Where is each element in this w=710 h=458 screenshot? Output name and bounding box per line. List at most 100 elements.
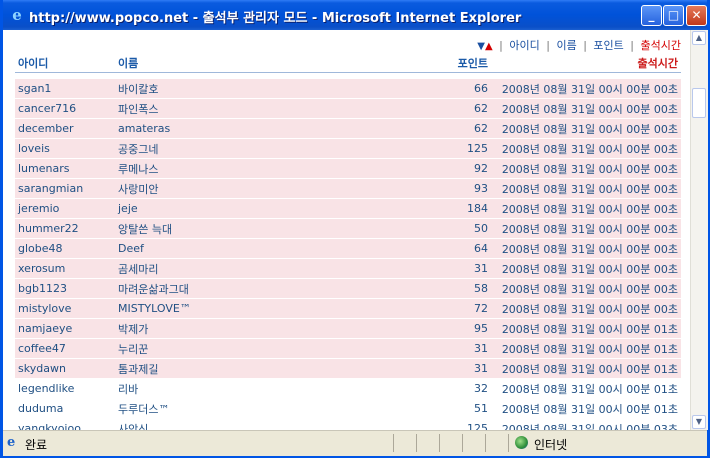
header-id[interactable]: 아이디 bbox=[15, 54, 115, 73]
sort-desc-icon[interactable]: ▼ bbox=[477, 41, 485, 52]
member-points: 31 bbox=[335, 258, 491, 279]
member-id[interactable]: sgan1 bbox=[15, 78, 115, 99]
window-title: http://www.popco.net - 출석부 관리자 모드 - Micr… bbox=[29, 11, 522, 26]
member-points: 31 bbox=[335, 358, 491, 379]
table-row: jeremio jeje 184 2008년 08월 31일 00시 00분 00초 bbox=[15, 198, 681, 219]
member-points: 95 bbox=[335, 318, 491, 339]
vertical-scrollbar[interactable]: ▲ ▼ bbox=[690, 30, 708, 430]
member-id[interactable]: bgb1123 bbox=[15, 278, 115, 299]
member-points: 184 bbox=[335, 198, 491, 219]
page-content: ▼▲ | 아이디 | 이름 | 포인트 | 출석시간 아이디 이름 포인트 출석… bbox=[3, 30, 690, 430]
table-row: mistylove MISTYLOVE™ 72 2008년 08월 31일 00시 0… bbox=[15, 298, 681, 319]
member-id[interactable]: lumenars bbox=[15, 158, 115, 179]
member-name[interactable]: 누리꾼 bbox=[115, 338, 335, 359]
member-name[interactable]: 박제가 bbox=[115, 318, 335, 339]
table-row: bgb1123 마려운삶과그대 58 2008년 08월 31일 00시 00분 00… bbox=[15, 278, 681, 299]
member-id[interactable]: namjaeye bbox=[15, 318, 115, 339]
status-divider bbox=[485, 434, 486, 452]
table-header-row: 아이디 이름 포인트 출석시간 bbox=[15, 54, 681, 73]
check-in-time: 2008년 08월 31일 00시 00분 00초 bbox=[491, 218, 681, 239]
member-id[interactable]: sarangmian bbox=[15, 178, 115, 199]
member-id[interactable]: loveis bbox=[15, 138, 115, 159]
member-name[interactable]: 바이칼호 bbox=[115, 78, 335, 99]
member-name[interactable]: 사랑미안 bbox=[115, 178, 335, 199]
scroll-down-icon[interactable]: ▼ bbox=[692, 415, 706, 429]
member-name[interactable]: 공중그네 bbox=[115, 138, 335, 159]
minimize-button[interactable]: _ bbox=[641, 5, 662, 26]
table-row: hummer22 앙탈쓴 늑대 50 2008년 08월 31일 00시 00분 00… bbox=[15, 218, 681, 239]
member-name[interactable]: 두루더스™ bbox=[115, 398, 335, 419]
sort-by-name-link[interactable]: 이름 bbox=[556, 39, 576, 52]
check-in-time: 2008년 08월 31일 00시 00분 01초 bbox=[491, 338, 681, 359]
member-points: 93 bbox=[335, 178, 491, 199]
member-id[interactable]: globe48 bbox=[15, 238, 115, 259]
member-name[interactable]: 루메나스 bbox=[115, 158, 335, 179]
table-row: namjaeye 박제가 95 2008년 08월 31일 00시 00분 01초 bbox=[15, 318, 681, 339]
table-row: legendlike 리바 32 2008년 08월 31일 00시 00분 01초 bbox=[15, 378, 681, 399]
header-points[interactable]: 포인트 bbox=[335, 54, 491, 73]
member-id[interactable]: duduma bbox=[15, 398, 115, 419]
check-in-time: 2008년 08월 31일 00시 00분 00초 bbox=[491, 238, 681, 259]
internet-globe-icon bbox=[515, 436, 528, 449]
member-points: 125 bbox=[335, 138, 491, 159]
status-divider bbox=[416, 434, 417, 452]
member-points: 62 bbox=[335, 118, 491, 139]
member-name[interactable]: 앙탈쓴 늑대 bbox=[115, 218, 335, 239]
member-name[interactable]: 톰과제길 bbox=[115, 358, 335, 379]
check-in-time: 2008년 08월 31일 00시 00분 00초 bbox=[491, 178, 681, 199]
sort-by-points-link[interactable]: 포인트 bbox=[593, 39, 623, 52]
table-row: lumenars 루메나스 92 2008년 08월 31일 00시 00분 00초 bbox=[15, 158, 681, 179]
member-points: 92 bbox=[335, 158, 491, 179]
check-in-time: 2008년 08월 31일 00시 00분 01초 bbox=[491, 318, 681, 339]
maximize-button[interactable]: □ bbox=[663, 5, 684, 26]
member-name[interactable]: MISTYLOVE™ bbox=[115, 298, 335, 319]
scroll-up-icon[interactable]: ▲ bbox=[692, 31, 706, 45]
table-row: sarangmian 사랑미안 93 2008년 08월 31일 00시 00분 00… bbox=[15, 178, 681, 199]
status-divider bbox=[393, 434, 394, 452]
member-name[interactable]: jeje bbox=[115, 198, 335, 219]
member-id[interactable]: hummer22 bbox=[15, 218, 115, 239]
status-divider bbox=[439, 434, 440, 452]
member-id[interactable]: mistylove bbox=[15, 298, 115, 319]
scroll-thumb[interactable] bbox=[692, 88, 706, 118]
sort-by-id-link[interactable]: 아이디 bbox=[509, 39, 539, 52]
close-button[interactable]: ✕ bbox=[686, 5, 707, 26]
header-time[interactable]: 출석시간 bbox=[491, 54, 681, 73]
member-name[interactable]: 곰세마리 bbox=[115, 258, 335, 279]
member-name[interactable]: 마려운삶과그대 bbox=[115, 278, 335, 299]
member-id[interactable]: legendlike bbox=[15, 378, 115, 399]
member-id[interactable]: yangkyoioo bbox=[15, 418, 115, 430]
member-id[interactable]: december bbox=[15, 118, 115, 139]
sort-asc-icon[interactable]: ▲ bbox=[485, 41, 493, 52]
table-row: yangkyoioo 사악신 125 2008년 08월 31일 00시 00분 03… bbox=[15, 418, 681, 430]
member-id[interactable]: skydawn bbox=[15, 358, 115, 379]
sort-separator: | bbox=[583, 39, 587, 52]
title-bar[interactable]: e http://www.popco.net - 출석부 관리자 모드 - Mi… bbox=[3, 0, 707, 30]
header-name[interactable]: 이름 bbox=[115, 54, 335, 73]
sort-separator: | bbox=[630, 39, 635, 52]
member-name[interactable]: 리바 bbox=[115, 378, 335, 399]
member-id[interactable]: xerosum bbox=[15, 258, 115, 279]
member-points: 62 bbox=[335, 98, 491, 119]
check-in-time: 2008년 08월 31일 00시 00분 00초 bbox=[491, 258, 681, 279]
sort-bar: ▼▲ | 아이디 | 이름 | 포인트 | 출석시간 bbox=[477, 37, 681, 53]
member-points: 125 bbox=[335, 418, 491, 430]
member-name[interactable]: 파인폭스 bbox=[115, 98, 335, 119]
check-in-time: 2008년 08월 31일 00시 00분 00초 bbox=[491, 278, 681, 299]
table-row: cancer716 파인폭스 62 2008년 08월 31일 00시 00분 00초 bbox=[15, 98, 681, 119]
table-row: sgan1 바이칼호 66 2008년 08월 31일 00시 00분 00초 bbox=[15, 78, 681, 99]
member-points: 66 bbox=[335, 78, 491, 99]
sort-by-time-link[interactable]: 출석시간 bbox=[641, 39, 681, 52]
member-id[interactable]: cancer716 bbox=[15, 98, 115, 119]
check-in-time: 2008년 08월 31일 00시 00분 01초 bbox=[491, 358, 681, 379]
table-row: december amateras 62 2008년 08월 31일 00시 00분 … bbox=[15, 118, 681, 139]
member-name[interactable]: amateras bbox=[115, 118, 335, 139]
member-name[interactable]: 사악신 bbox=[115, 418, 335, 430]
member-id[interactable]: jeremio bbox=[15, 198, 115, 219]
table-row: coffee47 누리꾼 31 2008년 08월 31일 00시 00분 01초 bbox=[15, 338, 681, 359]
member-points: 72 bbox=[335, 298, 491, 319]
check-in-time: 2008년 08월 31일 00시 00분 01초 bbox=[491, 378, 681, 399]
table-row: skydawn 톰과제길 31 2008년 08월 31일 00시 00분 01초 bbox=[15, 358, 681, 379]
member-id[interactable]: coffee47 bbox=[15, 338, 115, 359]
member-name[interactable]: Deef bbox=[115, 238, 335, 259]
